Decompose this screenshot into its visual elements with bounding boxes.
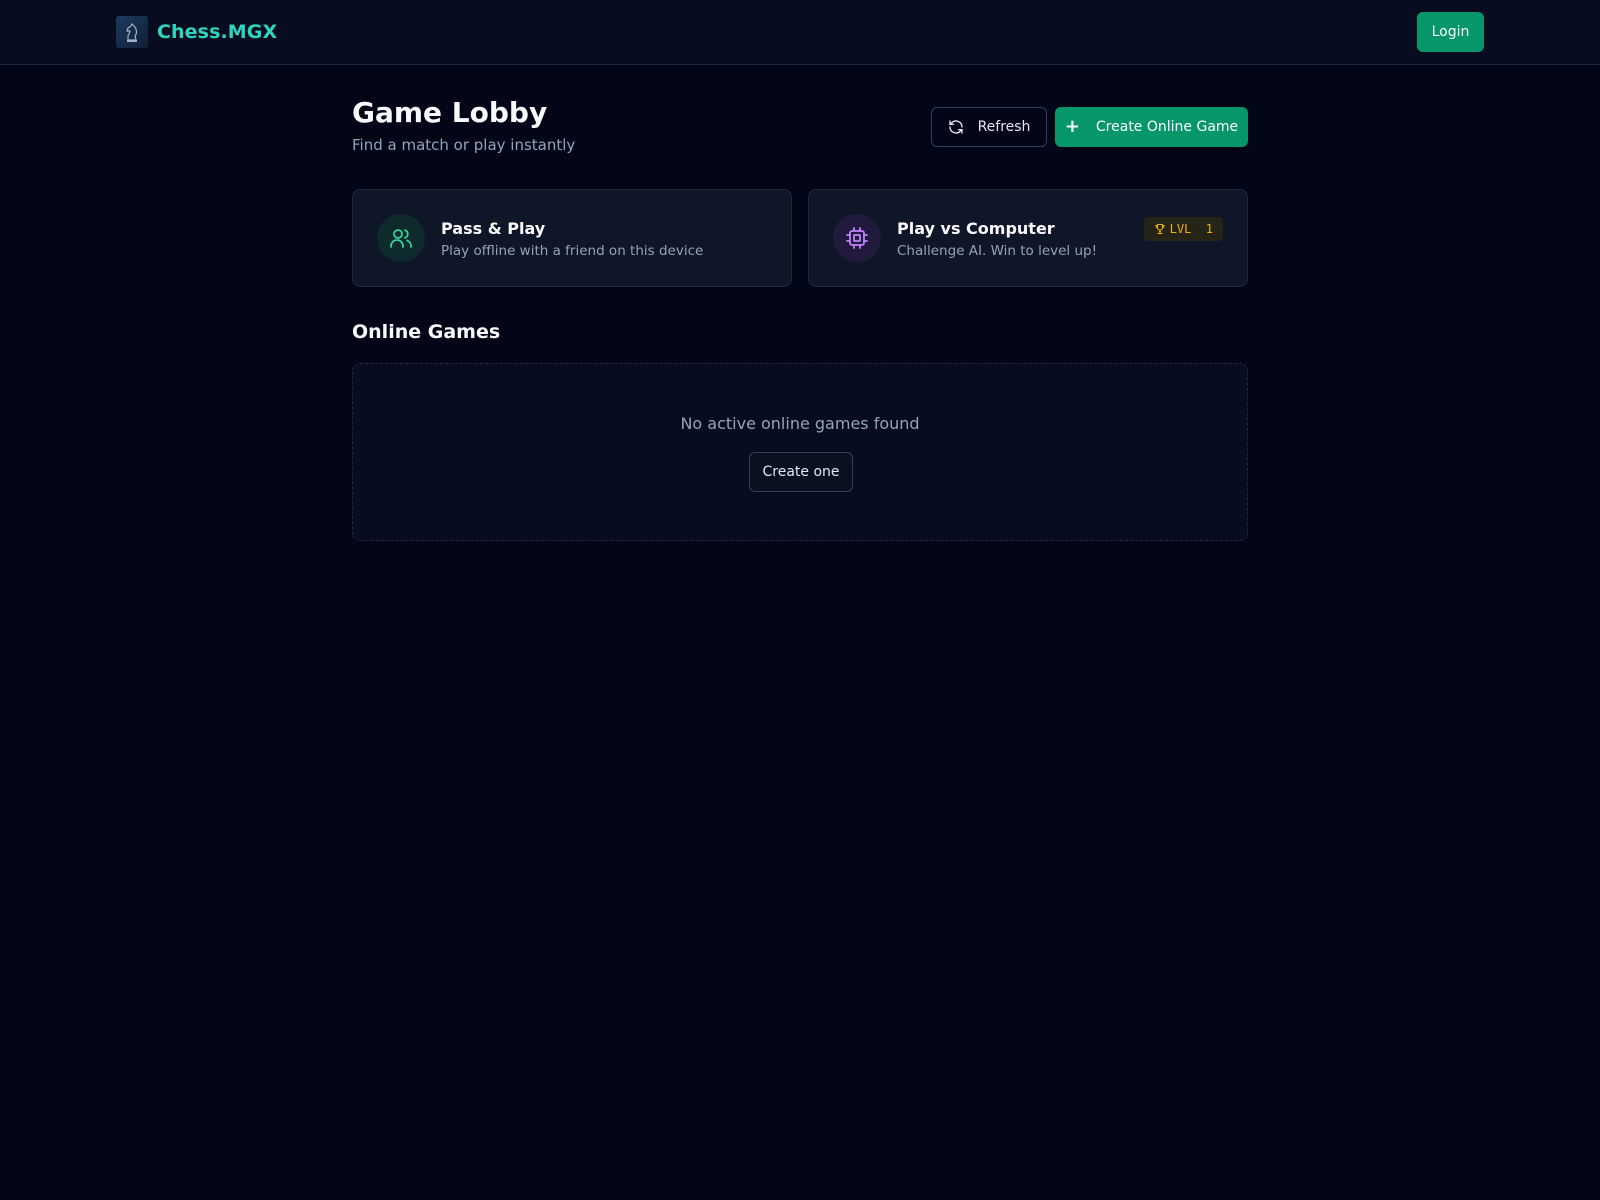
login-button[interactable]: Login	[1417, 12, 1484, 52]
online-games-heading: Online Games	[352, 321, 501, 343]
create-online-game-label: Create Online Game	[1095, 119, 1239, 135]
users-icon	[377, 214, 425, 262]
play-vs-computer-title: Play vs Computer	[897, 219, 1055, 238]
play-vs-computer-description: Challenge AI. Win to level up!	[897, 243, 1098, 259]
play-vs-computer-card[interactable]: Play vs Computer Challenge AI. Win to le…	[808, 189, 1248, 287]
plus-icon: +	[1064, 116, 1080, 137]
pass-and-play-card[interactable]: Pass & Play Play offline with a friend o…	[352, 189, 792, 287]
cpu-icon	[833, 214, 881, 262]
brand-name: Chess.MGX	[157, 21, 278, 43]
page-subtitle: Find a match or play instantly	[352, 136, 576, 154]
brand[interactable]: Chess.MGX	[116, 16, 277, 48]
level-badge: LVL 1	[1143, 217, 1223, 241]
create-online-game-button[interactable]: + Create Online Game	[1055, 107, 1248, 147]
refresh-icon	[948, 120, 963, 134]
online-games-empty-state: No active online games found Create one	[352, 363, 1248, 541]
level-badge-text: LVL 1	[1169, 222, 1213, 236]
empty-state-text: No active online games found	[680, 414, 920, 433]
refresh-label: Refresh	[977, 119, 1031, 135]
chess-knight-icon	[116, 16, 148, 48]
page-title: Game Lobby	[352, 96, 548, 129]
trophy-icon	[1155, 223, 1165, 235]
pass-and-play-title: Pass & Play	[441, 219, 546, 238]
top-navbar: Chess.MGX Login	[0, 0, 1600, 65]
create-one-button[interactable]: Create one	[749, 452, 853, 492]
refresh-button[interactable]: Refresh	[931, 107, 1047, 147]
pass-and-play-description: Play offline with a friend on this devic…	[441, 243, 704, 259]
